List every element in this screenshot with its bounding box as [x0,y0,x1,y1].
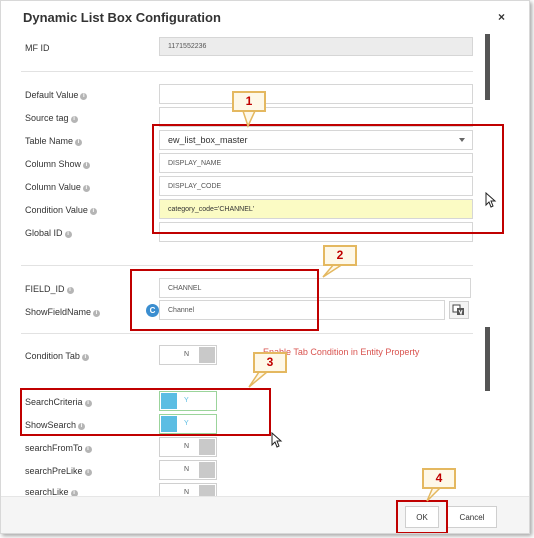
callout-pointers [241,110,443,502]
cancel-button[interactable]: Cancel [447,506,497,528]
info-icon[interactable]: i [89,208,97,215]
info-icon[interactable]: i [64,231,72,238]
dialog-footer: OK Cancel [1,496,529,533]
column-value-label: Column Value i [25,182,90,192]
divider [21,265,473,266]
field-id-label: FIELD_ID i [25,284,74,294]
source-tag-label: Source tag i [25,113,78,123]
mouse-cursor-icon [271,432,283,448]
toggle-knob [199,439,215,455]
search-pre-like-toggle[interactable]: N [159,460,217,480]
info-icon[interactable]: i [75,139,83,146]
highlight-box-4 [396,500,448,533]
dialog-title: Dynamic List Box Configuration [23,10,221,25]
toggle-value: N [184,466,190,473]
info-icon[interactable]: i [82,185,90,192]
column-show-label: Column Show i [25,159,91,169]
callout-4: 4 [422,468,456,489]
translate-button[interactable] [449,301,469,319]
divider [21,71,473,72]
callout-1: 1 [232,91,266,112]
default-value-label: Default Value i [25,90,88,100]
highlight-box-2 [130,269,319,331]
info-icon[interactable]: i [93,310,101,317]
info-icon[interactable]: i [80,93,88,100]
global-id-label: Global ID i [25,228,72,238]
info-icon[interactable]: i [83,162,91,169]
search-from-to-toggle[interactable]: N [159,437,217,457]
search-from-to-label: searchFromTo i [25,443,92,453]
callout-3: 3 [253,352,287,373]
mf-id-label: MF ID [25,43,50,53]
toggle-knob [199,347,215,363]
translate-icon [452,304,464,316]
toggle-value: N [184,489,190,496]
divider [21,333,473,334]
info-icon[interactable]: i [84,446,92,453]
info-icon[interactable]: i [70,116,78,123]
condition-tab-label: Condition Tab i [25,351,89,361]
callout-2: 2 [323,245,357,266]
default-value-input[interactable] [159,84,473,104]
mf-id-field: 1171552236 [159,37,473,56]
dialog: Dynamic List Box Configuration × MF ID 1… [0,0,530,534]
toggle-knob [199,462,215,478]
table-name-label: Table Name i [25,136,83,146]
scrollbar-bottom[interactable] [485,327,490,391]
close-icon[interactable]: × [498,10,505,24]
info-icon[interactable]: i [84,469,92,476]
condition-value-label: Condition Value i [25,205,97,215]
toggle-value: N [184,351,190,358]
search-pre-like-label: searchPreLike i [25,466,92,476]
show-field-name-label: ShowFieldName i [25,307,101,317]
toggle-value: N [184,443,190,450]
highlight-box-1 [152,124,504,234]
condition-tab-toggle[interactable]: N [159,345,217,365]
info-icon[interactable]: i [81,354,89,361]
highlight-box-3 [20,388,271,436]
mouse-cursor-icon [485,192,497,208]
scrollbar-top[interactable] [485,34,490,100]
info-icon[interactable]: i [66,287,74,294]
